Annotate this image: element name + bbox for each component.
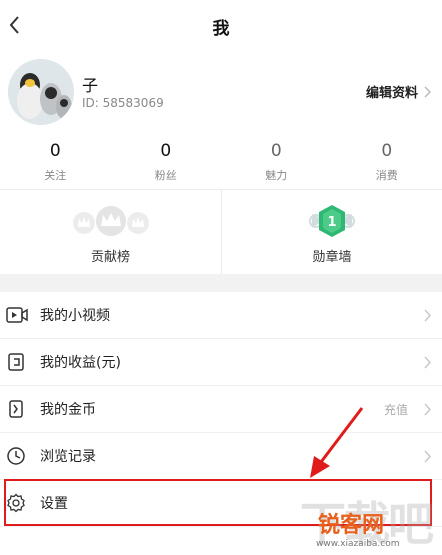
menu-label: 我的金币 xyxy=(40,402,96,418)
watermark-brand: 锐客网 xyxy=(318,513,385,538)
top-bar: 我 xyxy=(0,0,442,52)
chevron-right-icon xyxy=(424,309,432,322)
recharge-link[interactable]: 充值 xyxy=(384,401,408,418)
stat-label: 关注 xyxy=(44,169,67,182)
section-gap xyxy=(0,274,442,292)
menu-label: 我的小视频 xyxy=(40,308,110,324)
coin-icon xyxy=(0,399,40,419)
edit-profile-label: 编辑资料 xyxy=(365,86,418,101)
menu-label: 浏览记录 xyxy=(40,449,96,465)
menu-item-my-coins[interactable]: 我的金币 充值 xyxy=(0,386,442,433)
stat-value: 0 xyxy=(270,141,282,161)
menu-label: 我的收益(元) xyxy=(40,355,121,371)
stat-value: 0 xyxy=(160,141,172,161)
card-label: 贡献榜 xyxy=(90,250,130,265)
watermark-url: www.xiazaiba.com xyxy=(316,539,400,549)
chevron-right-icon xyxy=(424,356,432,369)
wallet-icon xyxy=(0,352,40,372)
medal-wall-card[interactable]: 1 勋章墙 xyxy=(221,190,442,274)
menu-item-my-earnings[interactable]: 我的收益(元) xyxy=(0,339,442,386)
penguin-avatar-icon xyxy=(8,59,74,125)
stat-fans[interactable]: 0 粉丝 xyxy=(111,140,222,184)
stat-follow[interactable]: 0 关注 xyxy=(0,140,111,184)
avatar[interactable] xyxy=(8,59,74,125)
edit-profile-button[interactable]: 编辑资料 xyxy=(366,82,432,101)
clock-icon xyxy=(0,446,40,466)
user-id: ID: 58583069 xyxy=(82,96,164,110)
red-arrow-icon xyxy=(310,407,364,478)
stat-label: 消费 xyxy=(375,169,398,182)
feature-cards: 贡献榜 1 勋章墙 xyxy=(0,190,442,274)
crown-rank-icon xyxy=(69,204,153,242)
stat-spend[interactable]: 0 消费 xyxy=(332,140,442,184)
stat-label: 粉丝 xyxy=(154,169,177,182)
menu-item-my-videos[interactable]: 我的小视频 xyxy=(0,292,442,339)
username: 子 xyxy=(82,76,99,95)
chevron-right-icon xyxy=(424,450,432,463)
chevron-right-icon xyxy=(424,85,432,98)
stat-value: 0 xyxy=(381,141,393,161)
stat-charm[interactable]: 0 魅力 xyxy=(221,140,332,184)
chevron-right-icon xyxy=(424,403,432,416)
stat-label: 魅力 xyxy=(265,169,288,182)
medal-icon: 1 xyxy=(290,204,374,244)
menu-item-history[interactable]: 浏览记录 xyxy=(0,433,442,480)
stats-row: 0 关注 0 粉丝 0 魅力 0 消费 xyxy=(0,140,442,184)
card-label: 勋章墙 xyxy=(312,250,352,265)
video-icon xyxy=(0,306,40,324)
medal-number: 1 xyxy=(327,215,336,230)
profile-section[interactable]: 子 ID: 58583069 编辑资料 xyxy=(0,56,442,130)
contribution-rank-card[interactable]: 贡献榜 xyxy=(0,190,221,274)
stat-value: 0 xyxy=(49,141,61,161)
page-title: 我 xyxy=(212,19,230,39)
